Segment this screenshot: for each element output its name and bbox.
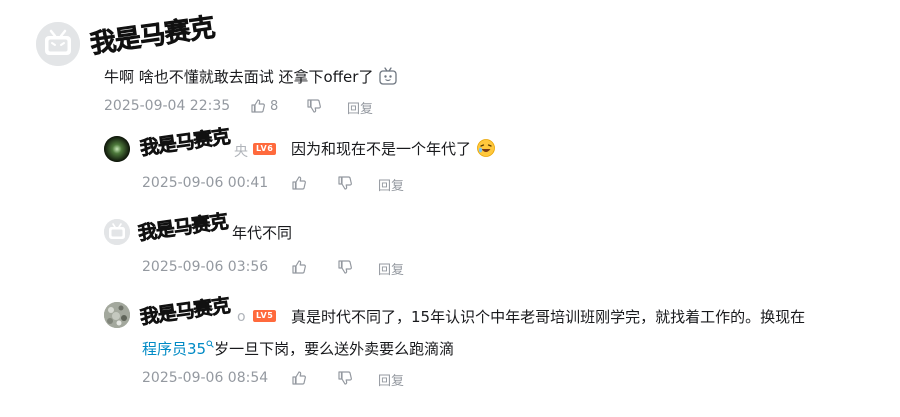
dislike-button[interactable] (337, 259, 353, 275)
thumbs-up-icon (292, 260, 306, 274)
level-badge: LV5 (253, 310, 277, 322)
username-sticker[interactable]: 我是马赛克 (138, 291, 231, 330)
thumbs-down-icon (338, 371, 352, 385)
avatar[interactable] (104, 302, 130, 328)
reply-text-line1: 真是时代不同了，15年认识个中年老哥培训班刚学完，就找着工作的。换现在 (291, 308, 806, 326)
avatar-image (104, 302, 130, 328)
like-button[interactable]: 8 (250, 98, 278, 114)
thumbs-down-icon (338, 176, 352, 190)
username-peek: 央 (234, 144, 248, 160)
thumbs-up-icon (251, 99, 265, 113)
reply-body: 岁一旦下岗，要么送外卖要么跑滴滴 (214, 340, 455, 358)
avatar[interactable] (104, 136, 130, 162)
reply-text-line2: 程序员35 岁一旦下岗，要么送外卖要么跑滴滴 (142, 338, 454, 359)
laughing-emoji-icon (476, 139, 495, 157)
reply-time: 2025-09-06 00:41 (142, 175, 269, 191)
reply-time: 2025-09-06 03:56 (142, 259, 269, 275)
thumbs-up-icon (292, 371, 306, 385)
thumbs-down-icon (338, 260, 352, 274)
reply-body: 因为和现在不是一个年代了 (291, 140, 472, 158)
username-sticker[interactable]: 我是马赛克 (138, 122, 231, 161)
avatar[interactable] (36, 22, 80, 66)
thumbs-up-icon (292, 176, 306, 190)
like-count: 8 (270, 98, 279, 114)
reply-button[interactable]: 回复 (347, 98, 373, 117)
reply-button[interactable]: 回复 (378, 175, 404, 194)
dislike-button[interactable] (337, 370, 353, 386)
search-link[interactable]: 程序员35 (142, 340, 206, 358)
comment-text: 牛啊 啥也不懂就敢去面试 还拿下offer了 (104, 66, 398, 87)
username-sticker[interactable]: 我是马赛克 (136, 207, 229, 246)
like-button[interactable] (291, 175, 307, 191)
dislike-button[interactable] (337, 175, 353, 191)
level-badge: LV6 (253, 143, 277, 155)
dislike-button[interactable] (306, 98, 322, 114)
avatar-image (104, 136, 130, 162)
avatar[interactable] (104, 219, 130, 245)
reply-text: 年代不同 (232, 224, 293, 242)
search-icon[interactable] (206, 340, 214, 348)
bilibili-tv-avatar-icon (36, 22, 80, 66)
bilibili-tv-avatar-icon (104, 219, 130, 245)
like-button[interactable] (291, 259, 307, 275)
reply-time: 2025-09-06 08:54 (142, 370, 269, 386)
username-sticker[interactable]: 我是马赛克 (87, 7, 217, 61)
bilibili-tv-face-icon (379, 67, 397, 85)
comment-body: 牛啊 啥也不懂就敢去面试 还拿下offer了 (104, 68, 374, 86)
reply-button[interactable]: 回复 (378, 370, 404, 389)
comment-time: 2025-09-04 22:35 (104, 98, 231, 114)
thumbs-down-icon (307, 99, 321, 113)
username-peek: o (237, 309, 246, 325)
like-button[interactable] (291, 370, 307, 386)
reply-button[interactable]: 回复 (378, 259, 404, 278)
reply-text: 因为和现在不是一个年代了 (291, 138, 496, 159)
